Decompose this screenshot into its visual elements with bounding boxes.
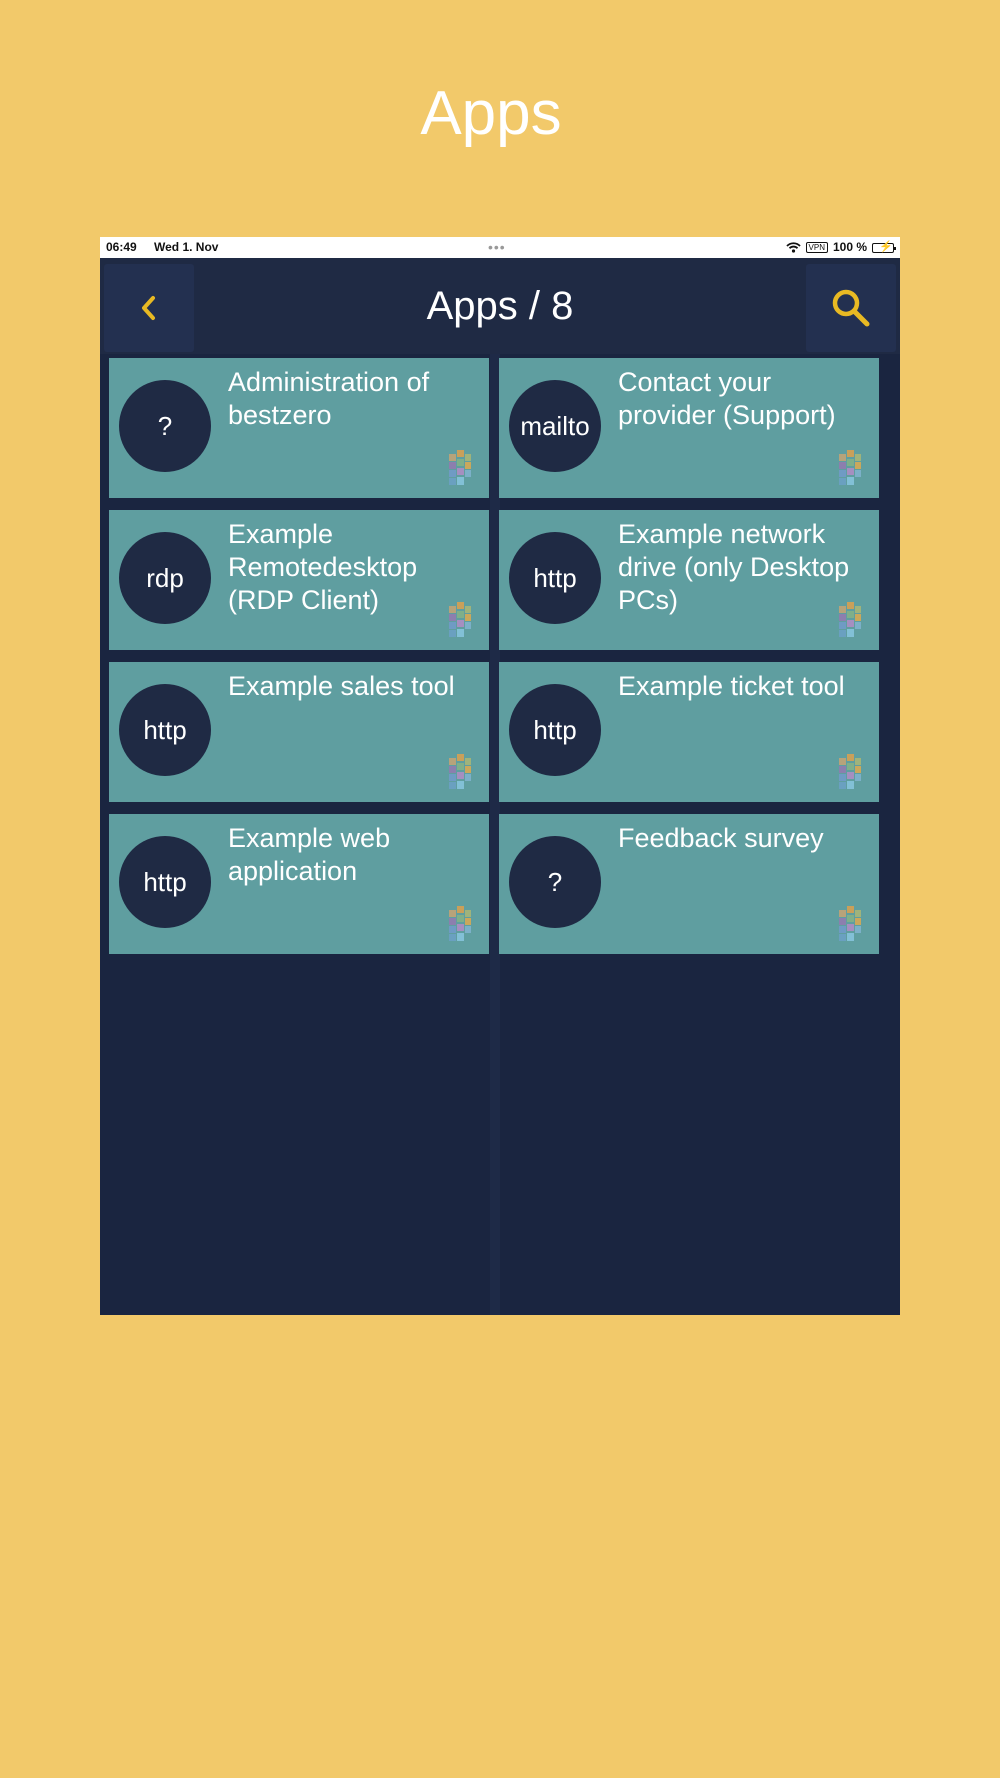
battery-icon: ⚡ [872, 241, 896, 253]
search-button[interactable] [806, 264, 896, 352]
app-icon-badge: http [509, 532, 601, 624]
battery-percentage: 100 % [832, 240, 867, 254]
app-label: Example network drive (only Desktop PCs) [618, 519, 850, 615]
bestzero-logo-icon [837, 754, 863, 792]
app-label: Example ticket tool [618, 671, 845, 701]
device-screen: 06:49 Wed 1. Nov ••• VPN 100 % ⚡ Apps / … [100, 237, 900, 1315]
app-tile[interactable]: http Example web application [109, 814, 489, 954]
app-icon-badge: http [509, 684, 601, 776]
app-icon-badge: rdp [119, 532, 211, 624]
bestzero-logo-icon [837, 602, 863, 640]
app-label: Example Remotedesktop (RDP Client) [228, 519, 418, 615]
app-grid: ? Administration of bestzero mailto Contact… [100, 354, 900, 1315]
back-button[interactable] [104, 264, 194, 352]
bestzero-logo-icon [837, 450, 863, 488]
app-tile[interactable]: http Example network drive (only Desktop … [499, 510, 879, 650]
app-tile[interactable]: ? Feedback survey [499, 814, 879, 954]
bestzero-logo-icon [447, 450, 473, 488]
status-date: Wed 1. Nov [154, 240, 219, 254]
vpn-badge: VPN [805, 242, 828, 253]
bestzero-logo-icon [837, 906, 863, 944]
app-icon-badge: http [119, 684, 211, 776]
status-time: 06:49 [106, 240, 137, 254]
bestzero-logo-icon [447, 602, 473, 640]
app-tile[interactable]: ? Administration of bestzero [109, 358, 489, 498]
app-icon-badge: mailto [509, 380, 601, 472]
bestzero-logo-icon [447, 906, 473, 944]
header-title: Apps / 8 [426, 284, 574, 328]
search-icon [832, 289, 870, 327]
multitasking-dots[interactable]: ••• [488, 237, 506, 258]
chevron-left-icon [142, 296, 155, 320]
app-icon-badge: ? [509, 836, 601, 928]
app-header: Apps / 8 [100, 258, 900, 354]
app-icon-badge: ? [119, 380, 211, 472]
wifi-icon [785, 242, 801, 253]
app-tile[interactable]: http Example sales tool [109, 662, 489, 802]
app-tile[interactable]: mailto Contact your provider (Support) [499, 358, 879, 498]
bestzero-logo-icon [447, 754, 473, 792]
page-heading: Apps [420, 79, 562, 148]
app-tile[interactable]: http Example ticket tool [499, 662, 879, 802]
app-label: Example web application [228, 823, 391, 886]
app-label: Administration of bestzero [228, 367, 430, 430]
status-indicators: VPN 100 % ⚡ [785, 237, 896, 258]
status-bar: 06:49 Wed 1. Nov ••• VPN 100 % ⚡ [100, 237, 900, 258]
app-label: Contact your provider (Support) [618, 367, 836, 430]
app-label: Feedback survey [618, 823, 824, 853]
app-tile[interactable]: rdp Example Remotedesktop (RDP Client) [109, 510, 489, 650]
app-label: Example sales tool [228, 671, 455, 701]
app-icon-badge: http [119, 836, 211, 928]
